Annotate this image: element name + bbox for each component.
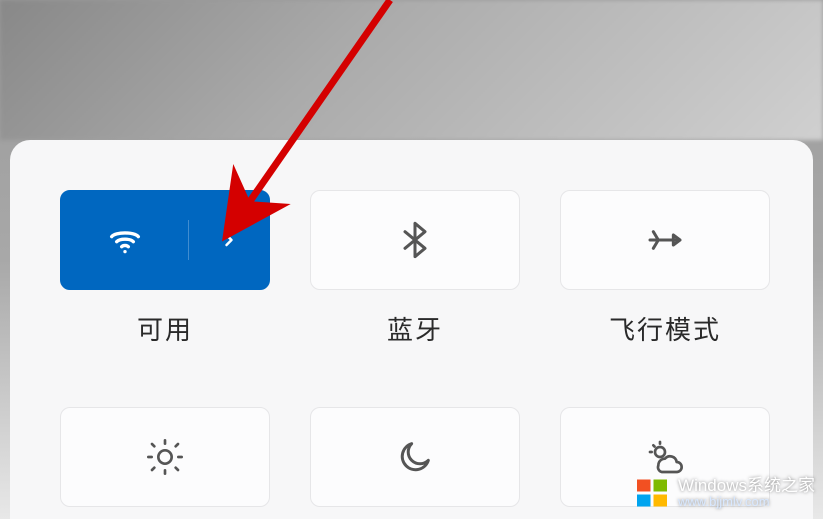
nightlight-tile[interactable] — [310, 407, 520, 507]
chevron-right-icon — [219, 230, 239, 250]
moon-icon — [395, 437, 435, 477]
brightness-tile-group — [60, 407, 270, 507]
cloud-sun-icon — [645, 437, 685, 477]
windows-logo-icon — [634, 475, 670, 511]
airplane-tile-group: 飞行模式 — [560, 190, 770, 347]
nightlight-tile-group — [310, 407, 520, 507]
watermark-text: Windows系统之家 www.bjjmlv.com — [678, 477, 815, 510]
wifi-icon — [105, 220, 145, 260]
watermark-line2: www.bjjmlv.com — [678, 495, 815, 509]
bluetooth-icon — [395, 220, 435, 260]
watermark: Windows系统之家 www.bjjmlv.com — [634, 475, 815, 511]
wifi-toggle[interactable] — [61, 220, 189, 260]
wifi-tile-group: 可用 — [60, 190, 270, 347]
airplane-tile[interactable] — [560, 190, 770, 290]
watermark-line1: Windows系统之家 — [678, 477, 815, 496]
quick-settings-panel: 可用 蓝牙 飞行模式 — [10, 140, 813, 519]
quick-settings-grid: 可用 蓝牙 飞行模式 — [60, 190, 763, 507]
airplane-icon — [645, 220, 685, 260]
wifi-tile[interactable] — [60, 190, 270, 290]
wifi-expand-button[interactable] — [189, 230, 269, 250]
brightness-tile[interactable] — [60, 407, 270, 507]
airplane-label: 飞行模式 — [609, 310, 721, 347]
wifi-label: 可用 — [137, 310, 193, 347]
sun-icon — [145, 437, 185, 477]
bluetooth-label: 蓝牙 — [387, 310, 443, 347]
bluetooth-tile-group: 蓝牙 — [310, 190, 520, 347]
desktop-backdrop — [0, 0, 823, 140]
bluetooth-tile[interactable] — [310, 190, 520, 290]
